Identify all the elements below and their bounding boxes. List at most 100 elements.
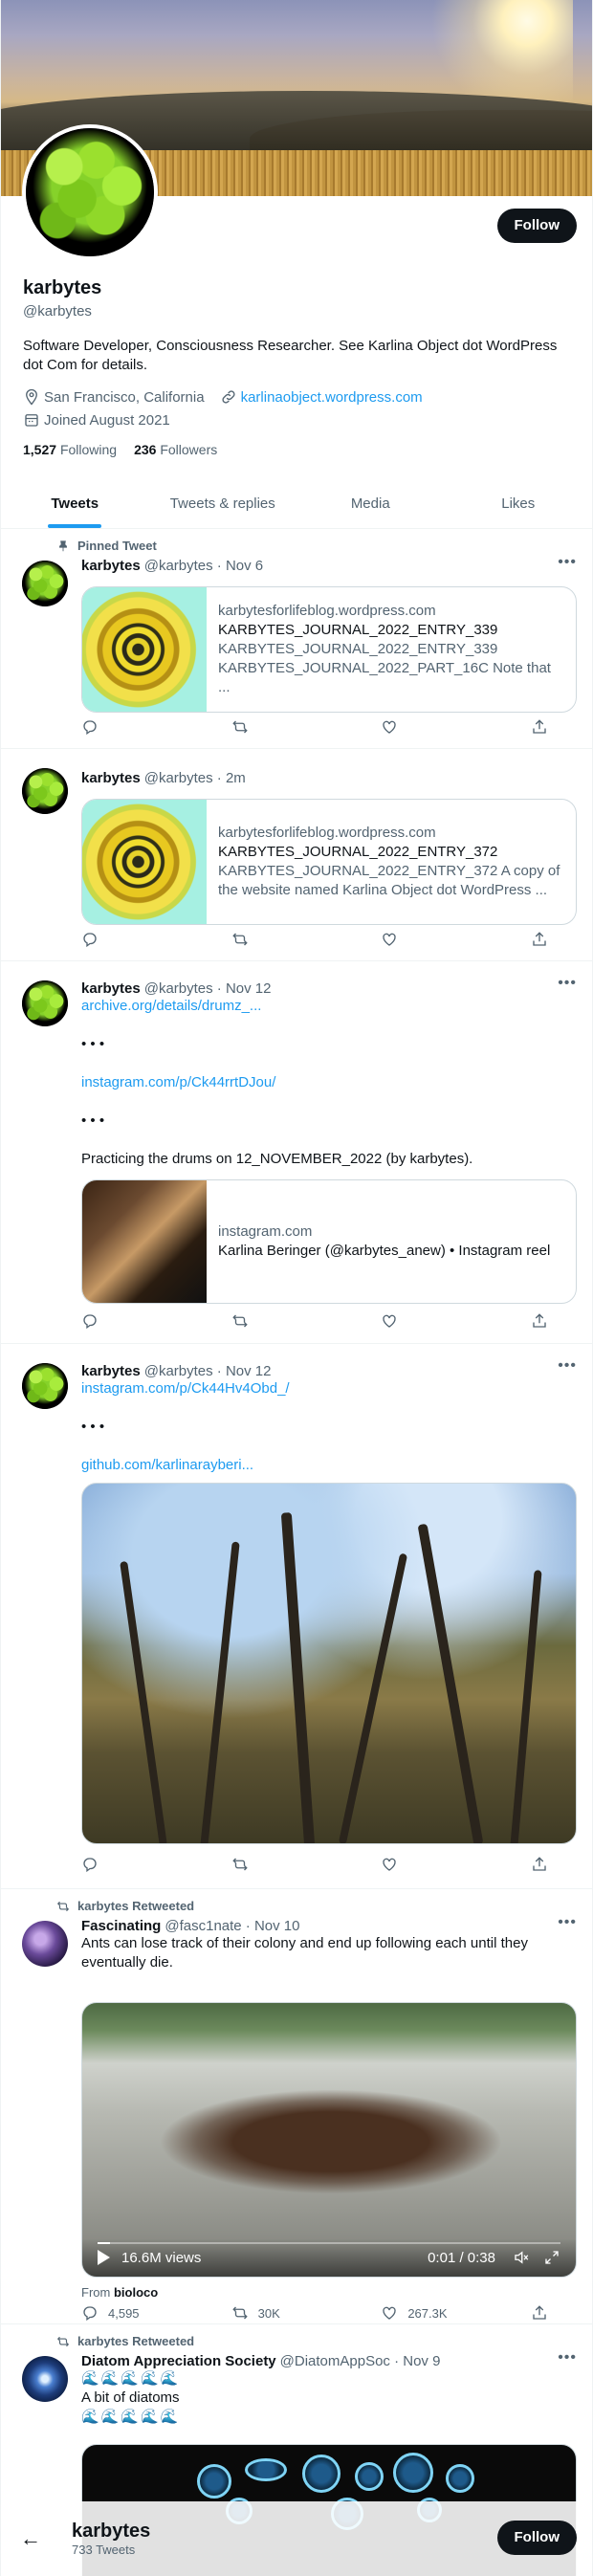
video-time: 0:01 / 0:38: [428, 2249, 495, 2266]
tweet-author-name[interactable]: karbytes: [81, 558, 141, 574]
video-source: From bioloco: [81, 2285, 159, 2300]
retweet-button[interactable]: [231, 718, 351, 736]
link-icon: [220, 388, 237, 406]
video-source-link[interactable]: bioloco: [114, 2285, 158, 2300]
card-description: KARBYTES_JOURNAL_2022_ENTRY_372 A copy o…: [218, 863, 560, 879]
tweet-link[interactable]: github.com/karlinarayberi...: [81, 1456, 577, 1475]
website-link[interactable]: karlinaobject.wordpress.com: [241, 389, 423, 406]
reply-button[interactable]: [81, 1856, 201, 1873]
share-icon: [531, 718, 548, 736]
tweet[interactable]: Pinned Tweet karbytes @karbytes · Nov 6 •…: [1, 529, 592, 749]
retweet-icon: [231, 2304, 249, 2322]
card-description: the website named Karlina Object dot Wor…: [218, 882, 548, 898]
fullscreen-icon[interactable]: [543, 2249, 560, 2266]
card-domain: instagram.com: [218, 1223, 313, 1240]
retweet-icon: [231, 1856, 249, 1873]
like-button[interactable]: [381, 931, 500, 948]
more-icon[interactable]: •••: [558, 1357, 577, 1375]
card-description: KARBYTES_JOURNAL_2022_ENTRY_339: [218, 641, 498, 657]
card-thumbnail: [82, 800, 207, 924]
retweet-icon: [56, 1900, 70, 1913]
tweet-avatar[interactable]: [22, 980, 68, 1026]
profile-info: karbytes @karbytes Software Developer, C…: [23, 277, 578, 457]
joined-date: Joined August 2021: [44, 411, 170, 429]
share-button[interactable]: [531, 1312, 560, 1330]
tweet-author-name[interactable]: karbytes: [81, 980, 141, 997]
more-icon[interactable]: •••: [558, 554, 577, 571]
tweet-image[interactable]: [81, 1483, 577, 1844]
like-button[interactable]: [381, 1312, 500, 1330]
tweet-avatar[interactable]: [22, 1363, 68, 1409]
share-button[interactable]: [531, 931, 560, 948]
like-icon: [381, 931, 398, 948]
more-icon[interactable]: •••: [558, 975, 577, 992]
mute-icon[interactable]: [513, 2249, 530, 2266]
retweet-button[interactable]: [231, 1312, 351, 1330]
like-button[interactable]: [381, 718, 500, 736]
card-thumbnail: [82, 587, 207, 712]
link-card[interactable]: instagram.com Karlina Beringer (@karbyte…: [81, 1179, 577, 1304]
tweet-avatar[interactable]: [22, 2356, 68, 2402]
share-button[interactable]: [531, 1856, 560, 1873]
tab-likes[interactable]: Likes: [445, 478, 593, 528]
like-button[interactable]: [381, 1856, 500, 1873]
play-icon[interactable]: [98, 2250, 110, 2265]
tweet-author-name[interactable]: karbytes: [81, 770, 141, 786]
tweet[interactable]: karbytes @karbytes · Nov 12 archive.org/d…: [1, 961, 592, 1344]
tweet-avatar[interactable]: [22, 1921, 68, 1967]
more-icon[interactable]: •••: [558, 1914, 577, 1931]
tweet-avatar[interactable]: [22, 768, 68, 814]
tab-tweets-replies[interactable]: Tweets & replies: [149, 478, 297, 528]
tweet[interactable]: karbytes @karbytes · Nov 12 instagram.com…: [1, 1344, 592, 1889]
tab-media[interactable]: Media: [296, 478, 445, 528]
reply-button[interactable]: [81, 1312, 201, 1330]
bio: Software Developer, Consciousness Resear…: [23, 338, 558, 373]
share-button[interactable]: [531, 718, 560, 736]
video-progress[interactable]: [98, 2242, 110, 2244]
card-title: KARBYTES_JOURNAL_2022_ENTRY_372: [218, 844, 498, 860]
followers-link[interactable]: 236 Followers: [134, 442, 217, 457]
more-icon[interactable]: •••: [558, 2349, 577, 2367]
tweet[interactable]: karbytes @karbytes · 2m karbytesforlifebl…: [1, 749, 592, 961]
pinned-label: Pinned Tweet: [77, 539, 157, 553]
tweet-video[interactable]: 16.6M views 0:01 / 0:38: [81, 2002, 577, 2278]
calendar-icon: [23, 411, 40, 429]
tab-tweets[interactable]: Tweets: [1, 478, 149, 528]
tweet-text: • • •: [81, 1112, 105, 1129]
reply-button[interactable]: [81, 718, 201, 736]
tweet[interactable]: karbytes Retweeted Fascinating @fasc1nate…: [1, 1889, 592, 2324]
tweet-author-name[interactable]: karbytes: [81, 1363, 141, 1379]
reply-button[interactable]: 4,595: [81, 2304, 201, 2322]
tweet-link[interactable]: instagram.com/p/Ck44rrtDJou/: [81, 1073, 577, 1092]
like-icon: [381, 1312, 398, 1330]
tweet-actions: [81, 1312, 560, 1330]
location-icon: [23, 388, 40, 406]
follow-button[interactable]: Follow: [496, 209, 577, 243]
tweet-meta: @karbytes · Nov 6: [143, 558, 264, 574]
link-card[interactable]: karbytesforlifeblog.wordpress.com KARBYT…: [81, 799, 577, 925]
retweet-button[interactable]: [231, 931, 351, 948]
retweet-button[interactable]: [231, 1856, 351, 1873]
tweet-author-name[interactable]: Fascinating: [81, 1918, 161, 1934]
reply-icon: [81, 1856, 99, 1873]
tweet-avatar[interactable]: [22, 561, 68, 606]
retweet-button[interactable]: 30K: [231, 2304, 351, 2322]
reply-count: 4,595: [108, 2305, 140, 2321]
link-card[interactable]: karbytesforlifeblog.wordpress.com KARBYT…: [81, 586, 577, 713]
tweet-meta: @karbytes · Nov 12: [143, 1363, 272, 1379]
retweet-icon: [231, 718, 249, 736]
share-icon: [531, 2304, 548, 2322]
tweet-link[interactable]: instagram.com/p/Ck44Hv4Obd_/: [81, 1379, 577, 1398]
card-domain: karbytesforlifeblog.wordpress.com: [218, 603, 436, 619]
follow-button[interactable]: Follow: [496, 2521, 577, 2555]
profile-avatar[interactable]: [22, 124, 158, 260]
tweet-link[interactable]: archive.org/details/drumz_...: [81, 997, 577, 1016]
tweet-text: A bit of diatoms: [81, 2389, 180, 2406]
back-arrow-icon[interactable]: ←: [20, 2526, 41, 2551]
retweeted-label: karbytes Retweeted: [77, 2334, 195, 2348]
reply-button[interactable]: [81, 931, 201, 948]
following-link[interactable]: 1,527 Following: [23, 442, 117, 457]
like-button[interactable]: 267.3K: [381, 2304, 500, 2322]
tweet-author-name[interactable]: Diatom Appreciation Society: [81, 2353, 276, 2369]
share-button[interactable]: [531, 2304, 560, 2322]
